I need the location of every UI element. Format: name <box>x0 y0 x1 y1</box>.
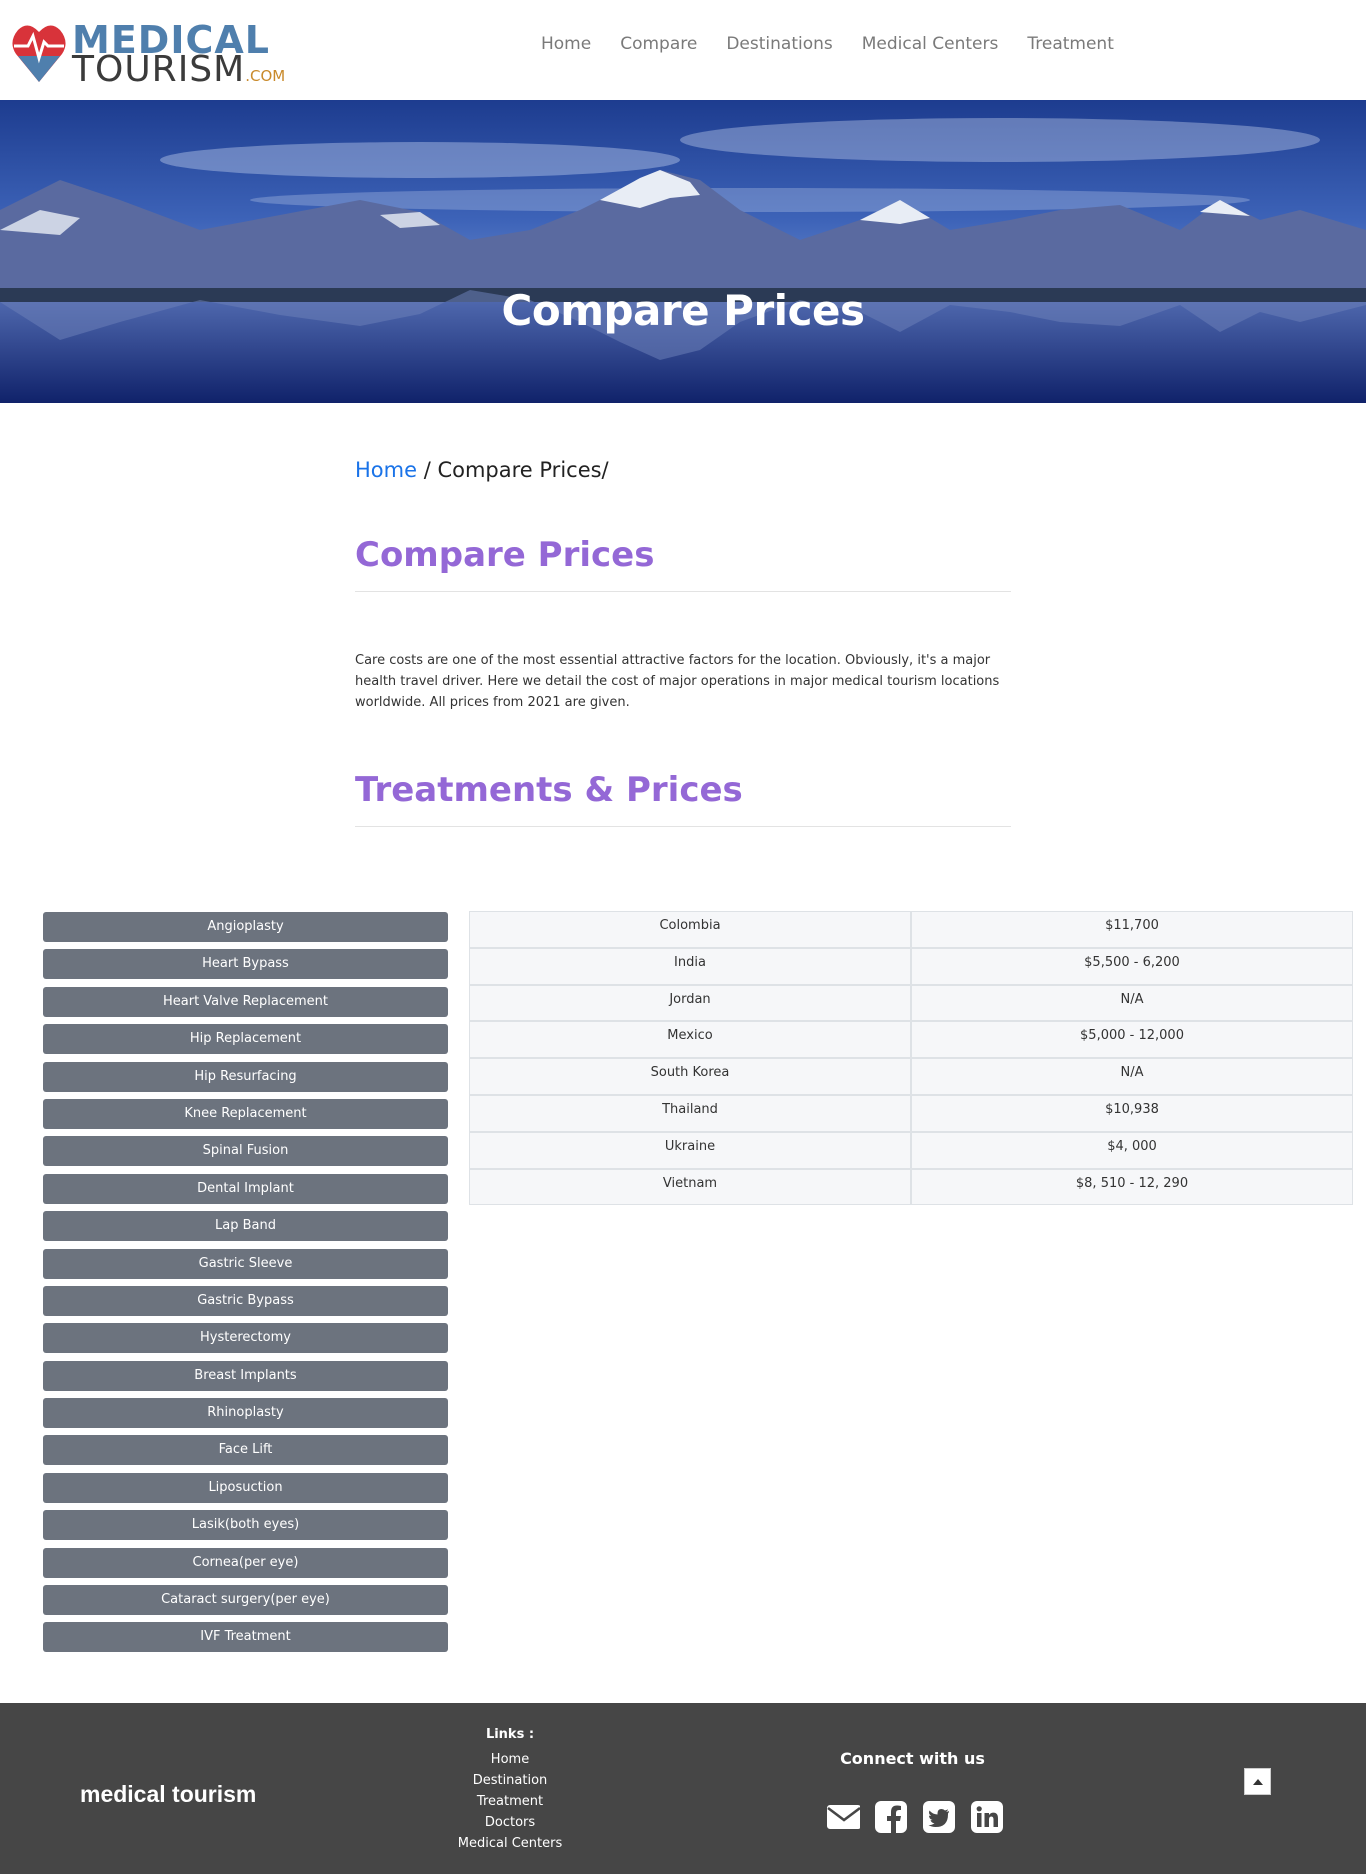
twitter-icon[interactable] <box>922 1800 956 1834</box>
treatment-button-dental-implant[interactable]: Dental Implant <box>43 1173 448 1204</box>
country-cell: India <box>469 947 911 985</box>
footer-link-destination[interactable]: Destination <box>430 1770 590 1791</box>
treatment-button-heart-bypass[interactable]: Heart Bypass <box>43 949 448 980</box>
section-title-compare-prices: Compare Prices <box>355 535 655 575</box>
hero-banner: Compare Prices <box>0 100 1366 403</box>
country-cell: South Korea <box>469 1058 911 1095</box>
breadcrumb-home-link[interactable]: Home <box>355 458 417 482</box>
table-row: Thailand $10,938 <box>469 1094 1353 1132</box>
country-cell: Thailand <box>469 1094 911 1132</box>
top-navbar: MEDICAL TOURISM.COM Home Compare Destina… <box>0 0 1366 100</box>
treatment-list: Angioplasty Heart Bypass Heart Valve Rep… <box>43 912 448 1660</box>
main-nav: Home Compare Destinations Medical Center… <box>541 34 1143 54</box>
treatment-button-lap-band[interactable]: Lap Band <box>43 1211 448 1242</box>
logo-text-tourism-main: TOURISM <box>72 49 246 90</box>
treatment-button-face-lift[interactable]: Face Lift <box>43 1435 448 1466</box>
table-row: Vietnam $8, 510 - 12, 290 <box>469 1168 1353 1206</box>
table-row: South Korea N/A <box>469 1058 1353 1095</box>
nav-destinations[interactable]: Destinations <box>726 34 832 54</box>
price-cell: $5,000 - 12,000 <box>911 1021 1353 1059</box>
price-cell: $4, 000 <box>911 1131 1353 1169</box>
footer-link-doctors[interactable]: Doctors <box>430 1812 590 1833</box>
table-row: India $5,500 - 6,200 <box>469 947 1353 985</box>
back-to-top-button[interactable] <box>1244 1768 1271 1795</box>
treatment-button-ivf-treatment[interactable]: IVF Treatment <box>43 1622 448 1653</box>
intro-paragraph: Care costs are one of the most essential… <box>355 653 1000 710</box>
breadcrumb-current: / Compare Prices/ <box>423 458 609 482</box>
price-cell: N/A <box>911 984 1353 1022</box>
treatment-button-angioplasty[interactable]: Angioplasty <box>43 912 448 942</box>
country-cell: Vietnam <box>469 1168 911 1206</box>
footer-brand: medical tourism <box>80 1781 257 1807</box>
country-cell: Ukraine <box>469 1131 911 1169</box>
nav-medical-centers[interactable]: Medical Centers <box>862 34 999 54</box>
section-divider <box>355 826 1011 827</box>
treatment-button-heart-valve-replacement[interactable]: Heart Valve Replacement <box>43 986 448 1017</box>
treatment-button-rhinoplasty[interactable]: Rhinoplasty <box>43 1398 448 1429</box>
nav-compare[interactable]: Compare <box>620 34 697 54</box>
mountain-lake-image <box>0 100 1366 403</box>
treatment-button-lasik[interactable]: Lasik(both eyes) <box>43 1510 448 1541</box>
price-cell: $11,700 <box>911 911 1353 948</box>
section-divider <box>355 591 1011 592</box>
logo-text-tourism: TOURISM.COM <box>72 50 285 96</box>
footer-links: Links : Home Destination Treatment Docto… <box>430 1727 590 1854</box>
heart-pulse-logo-icon <box>12 25 66 82</box>
envelope-icon[interactable] <box>826 1800 860 1834</box>
footer-links-heading: Links : <box>485 1727 535 1742</box>
social-links <box>826 1800 1004 1834</box>
site-logo[interactable]: MEDICAL TOURISM.COM <box>12 18 285 90</box>
treatment-button-knee-replacement[interactable]: Knee Replacement <box>43 1098 448 1129</box>
treatment-button-gastric-sleeve[interactable]: Gastric Sleeve <box>43 1248 448 1279</box>
country-cell: Mexico <box>469 1021 911 1059</box>
caret-up-icon <box>1252 1778 1263 1785</box>
footer-link-treatment[interactable]: Treatment <box>430 1791 590 1812</box>
table-row: Ukraine $4, 000 <box>469 1131 1353 1169</box>
nav-home[interactable]: Home <box>541 34 591 54</box>
price-cell: $5,500 - 6,200 <box>911 947 1353 985</box>
price-cell: $10,938 <box>911 1094 1353 1132</box>
treatment-button-hip-resurfacing[interactable]: Hip Resurfacing <box>43 1061 448 1092</box>
connect-heading: Connect with us <box>840 1749 985 1768</box>
country-cell: Colombia <box>469 911 911 948</box>
country-cell: Jordan <box>469 984 911 1022</box>
price-cell: N/A <box>911 1058 1353 1095</box>
treatment-button-spinal-fusion[interactable]: Spinal Fusion <box>43 1136 448 1167</box>
section-title-treatments: Treatments & Prices <box>355 770 743 810</box>
logo-text-suffix: .COM <box>245 67 286 85</box>
footer-link-medical-centers[interactable]: Medical Centers <box>430 1833 590 1854</box>
table-row: Colombia $11,700 <box>469 911 1353 948</box>
nav-treatment[interactable]: Treatment <box>1027 34 1114 54</box>
price-cell: $8, 510 - 12, 290 <box>911 1168 1353 1206</box>
site-footer: medical tourism Links : Home Destination… <box>0 1703 1366 1874</box>
treatment-button-hysterectomy[interactable]: Hysterectomy <box>43 1323 448 1354</box>
treatment-button-cataract-surgery[interactable]: Cataract surgery(per eye) <box>43 1585 448 1616</box>
linkedin-icon[interactable] <box>970 1800 1004 1834</box>
treatment-button-hip-replacement[interactable]: Hip Replacement <box>43 1024 448 1055</box>
table-row: Jordan N/A <box>469 984 1353 1022</box>
breadcrumb: Home / Compare Prices/ <box>355 458 609 482</box>
treatment-button-cornea[interactable]: Cornea(per eye) <box>43 1547 448 1578</box>
treatment-button-liposuction[interactable]: Liposuction <box>43 1472 448 1503</box>
treatment-button-gastric-bypass[interactable]: Gastric Bypass <box>43 1285 448 1316</box>
footer-link-home[interactable]: Home <box>430 1749 590 1770</box>
treatment-button-breast-implants[interactable]: Breast Implants <box>43 1360 448 1391</box>
hero-title: Compare Prices <box>501 286 865 335</box>
table-row: Mexico $5,000 - 12,000 <box>469 1021 1353 1059</box>
facebook-icon[interactable] <box>874 1800 908 1834</box>
price-table: Colombia $11,700 India $5,500 - 6,200 Jo… <box>469 911 1353 1206</box>
